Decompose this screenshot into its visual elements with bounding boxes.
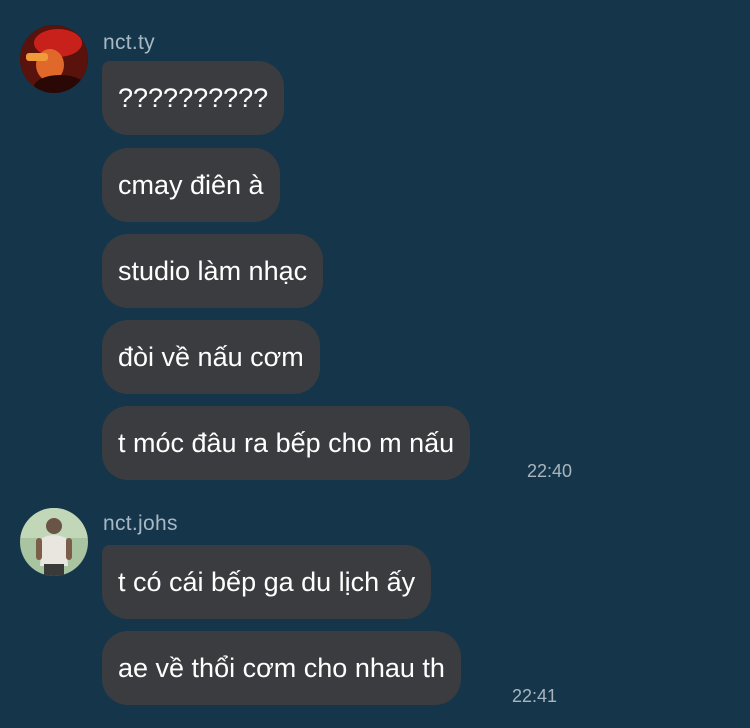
sender-avatar[interactable] bbox=[20, 508, 88, 576]
message-bubble[interactable]: đòi về nấu cơm bbox=[102, 320, 320, 394]
sender-name[interactable]: nct.johs bbox=[103, 512, 178, 536]
message-timestamp: 22:40 bbox=[527, 461, 573, 481]
message-timestamp: 22:41 bbox=[512, 686, 558, 706]
sender-name[interactable]: nct.ty bbox=[103, 31, 155, 55]
message-bubble[interactable]: studio làm nhạc bbox=[102, 234, 324, 308]
user-avatar-icon bbox=[20, 508, 88, 576]
message-bubble[interactable]: cmay điên à bbox=[102, 148, 280, 222]
message-bubble[interactable]: ae về thổi cơm cho nhau th bbox=[102, 631, 461, 705]
message-bubble[interactable]: t móc đâu ra bếp cho m nấu bbox=[102, 406, 471, 480]
message-bubble[interactable]: t có cái bếp ga du lịch ấy bbox=[102, 545, 432, 619]
message-bubble[interactable]: ?????????? bbox=[102, 61, 285, 135]
sender-avatar[interactable] bbox=[20, 25, 88, 93]
user-avatar-icon bbox=[20, 25, 88, 93]
